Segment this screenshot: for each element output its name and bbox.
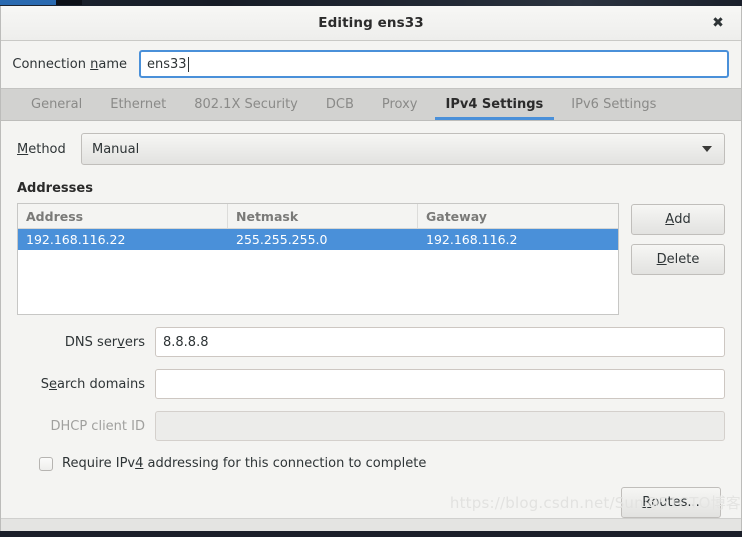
dns-servers-value: 8.8.8.8 — [163, 334, 209, 350]
close-icon[interactable]: ✖ — [707, 12, 729, 34]
require-ipv4-label-post: addressing for this connection to comple… — [143, 456, 427, 471]
add-button[interactable]: Add — [631, 204, 725, 235]
method-label-post: ethod — [28, 141, 66, 157]
cell-address: 192.168.116.22 — [26, 232, 126, 247]
tab-ethernet[interactable]: Ethernet — [96, 89, 180, 120]
addresses-section-title: Addresses — [17, 181, 93, 196]
tab-general[interactable]: General — [17, 89, 96, 120]
ipv4-settings-panel: Method Manual Addresses Address Netmask … — [1, 121, 741, 518]
column-header-gateway: Gateway — [426, 208, 487, 224]
table-row[interactable]: 192.168.116.22 255.255.255.0 192.168.116… — [18, 229, 618, 250]
dns-servers-label-mnemonic: v — [117, 334, 125, 350]
delete-button-label: elete — [666, 252, 700, 267]
addresses-table-header: Address Netmask Gateway — [18, 204, 618, 229]
add-button-mnemonic: A — [665, 212, 675, 227]
routes-button-mnemonic: R — [642, 495, 652, 510]
column-header-netmask: Netmask — [228, 204, 418, 228]
addresses-button-column: Add Delete — [631, 203, 725, 275]
settings-tabbar: General Ethernet 802.1X Security DCB Pro… — [1, 88, 741, 121]
tab-802-1x-security[interactable]: 802.1X Security — [180, 89, 312, 120]
method-row: Method Manual — [17, 133, 725, 165]
dialog-bottom-shelf — [1, 518, 741, 531]
editing-connection-dialog: Editing ens33 ✖ Connection name ens33 Ge… — [0, 6, 742, 531]
connection-name-value: ens33 — [147, 56, 187, 72]
dhcp-client-id-label: DHCP client ID — [50, 418, 145, 434]
method-label: Method — [17, 142, 81, 157]
search-domains-label-pre: S — [40, 376, 49, 392]
dhcp-client-id-input — [155, 411, 725, 441]
chevron-down-icon — [702, 146, 712, 152]
text-cursor — [187, 56, 189, 72]
addresses-area: Address Netmask Gateway 192.168.116.22 2… — [17, 203, 725, 315]
dns-servers-input[interactable]: 8.8.8.8 — [155, 327, 725, 357]
dialog-titlebar: Editing ens33 ✖ — [1, 6, 741, 41]
search-domains-row: Search domains — [17, 369, 725, 399]
addresses-table[interactable]: Address Netmask Gateway 192.168.116.22 2… — [17, 203, 619, 315]
tab-dcb[interactable]: DCB — [312, 89, 368, 120]
dns-servers-label-post: ers — [124, 334, 145, 350]
dhcp-client-id-row: DHCP client ID — [17, 411, 725, 441]
dialog-title: Editing ens33 — [318, 15, 424, 31]
desktop-panel-accent — [0, 0, 56, 5]
delete-button[interactable]: Delete — [631, 244, 725, 275]
method-dropdown[interactable]: Manual — [81, 133, 725, 165]
cell-netmask: 255.255.255.0 — [236, 232, 328, 247]
tab-ipv4-settings[interactable]: IPv4 Settings — [432, 89, 558, 120]
delete-button-mnemonic: D — [656, 252, 667, 267]
dns-servers-row: DNS servers 8.8.8.8 — [17, 327, 725, 357]
search-domains-label-post: arch domains — [56, 376, 145, 392]
routes-button-label: outes... — [651, 495, 700, 510]
search-domains-label-mnemonic: e — [48, 376, 57, 392]
add-button-label: dd — [674, 212, 691, 227]
require-ipv4-label: Require IPv4 addressing for this connect… — [62, 456, 426, 471]
tab-proxy[interactable]: Proxy — [368, 89, 432, 120]
method-label-mnemonic: M — [17, 141, 29, 157]
connection-name-input[interactable]: ens33 — [139, 50, 729, 78]
connection-name-label-pre: Connection — [12, 56, 91, 72]
routes-button[interactable]: Routes... — [621, 487, 721, 518]
routes-row: Routes... — [17, 487, 725, 518]
require-ipv4-row: Require IPv4 addressing for this connect… — [17, 456, 725, 471]
connection-name-label: Connection name — [9, 57, 139, 72]
method-selected-value: Manual — [92, 141, 140, 157]
connection-name-row: Connection name ens33 — [1, 41, 741, 88]
search-domains-input[interactable] — [155, 369, 725, 399]
dns-servers-label: DNS servers — [17, 335, 155, 350]
dns-servers-label-pre: DNS ser — [64, 334, 118, 350]
cell-gateway: 192.168.116.2 — [426, 232, 518, 247]
search-domains-label: Search domains — [17, 377, 155, 392]
connection-name-label-post: ame — [98, 56, 127, 72]
require-ipv4-label-pre: Require IPv — [62, 456, 136, 471]
desktop-panel-accent-secondary — [56, 0, 82, 5]
column-header-address: Address — [18, 204, 228, 228]
require-ipv4-checkbox[interactable] — [39, 456, 53, 471]
tab-ipv6-settings[interactable]: IPv6 Settings — [557, 89, 670, 120]
